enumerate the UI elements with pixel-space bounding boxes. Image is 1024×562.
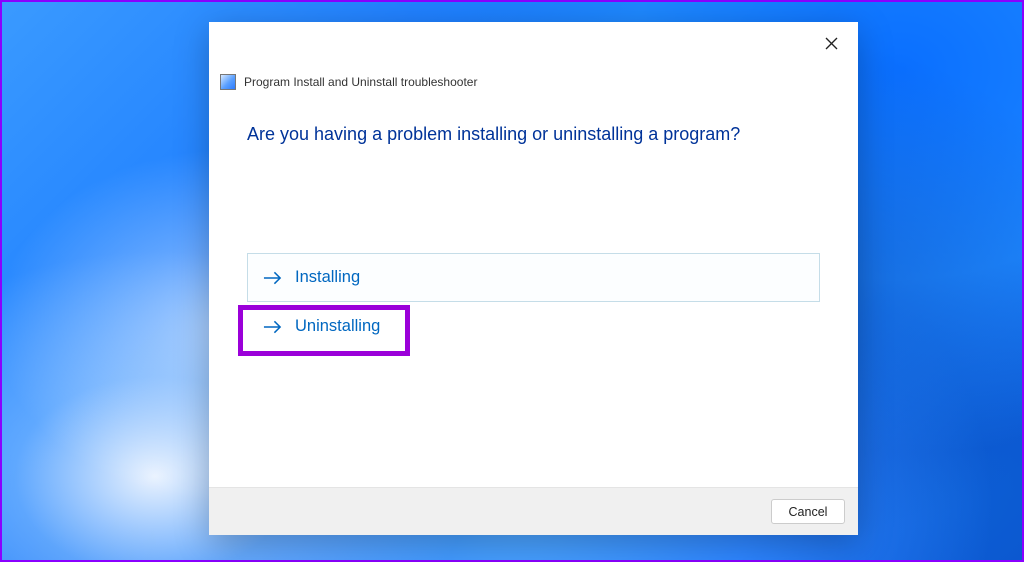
arrow-right-icon — [262, 268, 282, 288]
arrow-right-icon — [262, 317, 282, 337]
close-icon — [825, 37, 838, 50]
option-installing[interactable]: Installing — [247, 253, 820, 302]
cancel-button[interactable]: Cancel — [771, 499, 845, 524]
troubleshooter-icon — [220, 74, 236, 90]
option-label: Uninstalling — [295, 317, 380, 336]
close-button[interactable] — [822, 34, 840, 52]
dialog-content: Are you having a problem installing or u… — [209, 90, 858, 487]
troubleshooter-dialog: Program Install and Uninstall troublesho… — [209, 22, 858, 535]
dialog-footer: Cancel — [209, 487, 858, 535]
option-uninstalling[interactable]: Uninstalling — [247, 302, 820, 351]
option-label: Installing — [295, 268, 360, 287]
dialog-header: Program Install and Uninstall troublesho… — [209, 58, 858, 90]
question-heading: Are you having a problem installing or u… — [247, 124, 820, 145]
dialog-title: Program Install and Uninstall troublesho… — [244, 75, 477, 89]
dialog-titlebar-area — [209, 22, 858, 60]
options-list: Installing Uninstalling — [247, 253, 820, 351]
